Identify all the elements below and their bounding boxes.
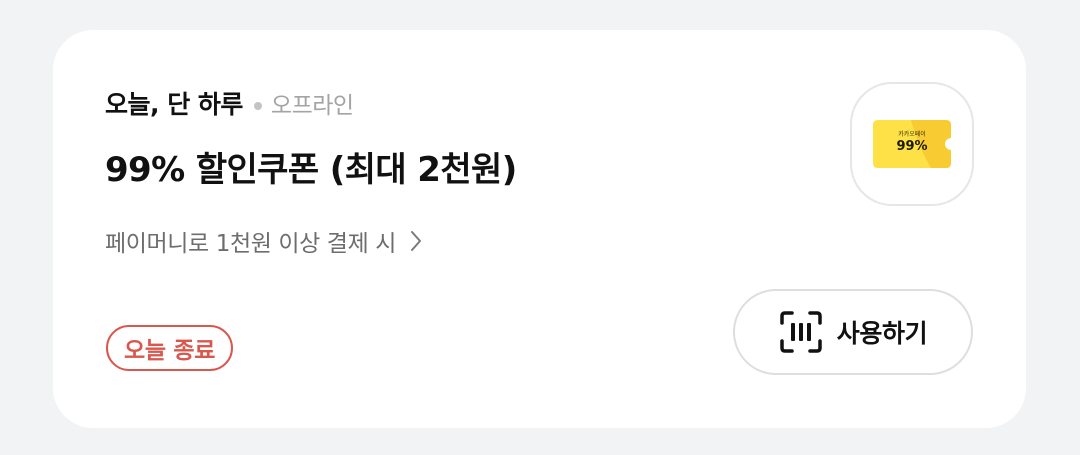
barcode-scan-icon — [780, 311, 822, 353]
status-badge-label: 오늘 종료 — [124, 338, 216, 364]
separator-dot — [253, 102, 262, 110]
condition-link[interactable]: 페이머니로 1천원 이상 결제 시 — [105, 224, 422, 258]
coupon-value: 99% — [896, 139, 928, 154]
condition-text: 페이머니로 1천원 이상 결제 시 — [105, 231, 396, 257]
coupon-title: 99% 할인쿠폰 (최대 2천원) — [105, 150, 517, 190]
use-coupon-button[interactable]: 사용하기 — [733, 289, 973, 375]
coupon-card[interactable]: 오늘, 단 하루 오프라인 99% 할인쿠폰 (최대 2천원) 페이머니로 1천… — [53, 30, 1026, 428]
status-badge: 오늘 종료 — [106, 325, 234, 371]
coupon-tagline: 오늘, 단 하루 오프라인 — [105, 86, 354, 120]
tagline-text: 오늘, 단 하루 — [105, 90, 243, 119]
coupon-thumbnail: 카카오페이 99% — [850, 82, 974, 206]
coupon-image: 카카오페이 99% — [873, 120, 951, 168]
use-button-label: 사용하기 — [836, 319, 928, 348]
channel-label: 오프라인 — [270, 93, 354, 119]
chevron-right-icon — [411, 231, 421, 251]
coupon-brand: 카카오페이 — [898, 131, 926, 138]
